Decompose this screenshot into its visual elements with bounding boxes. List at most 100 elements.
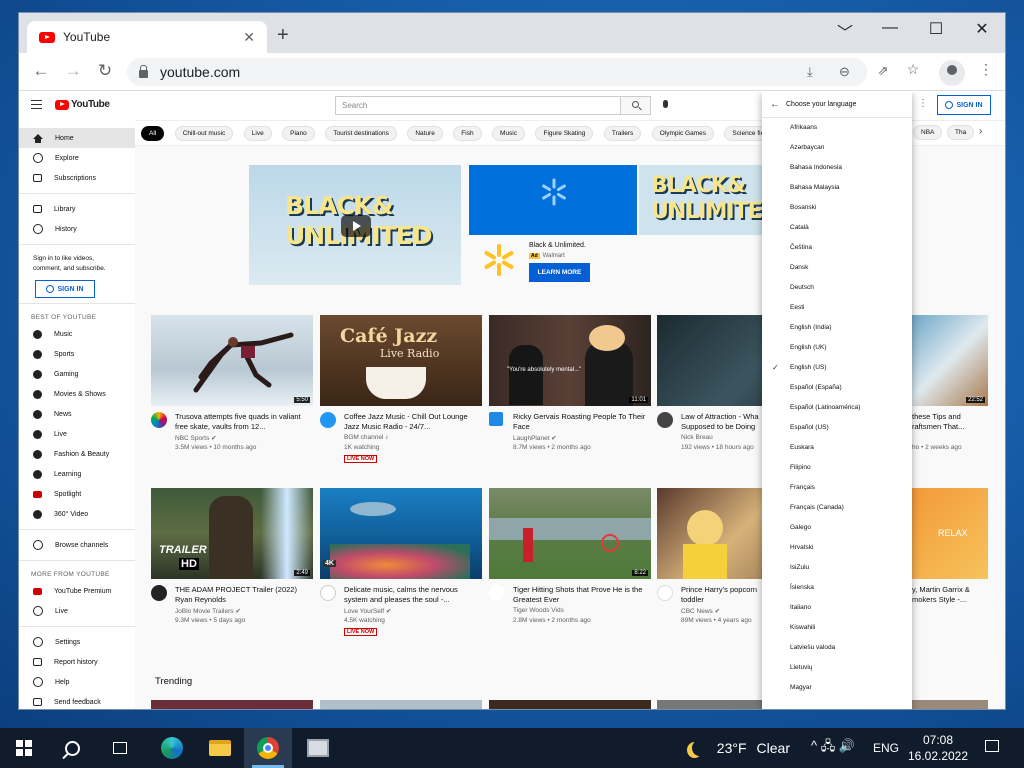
video-thumbnail[interactable]: 5:50: [151, 315, 313, 406]
sidebar-item-settings[interactable]: Settings: [19, 632, 135, 652]
video-thumbnail[interactable]: RELAX: [912, 488, 988, 579]
sidebar-item-gaming[interactable]: Gaming: [19, 364, 135, 384]
channel-avatar[interactable]: [151, 585, 167, 601]
language-menu-header[interactable]: ← Choose your language: [762, 92, 912, 118]
start-button[interactable]: [0, 728, 48, 768]
language-option[interactable]: Dansk: [762, 258, 912, 278]
bookmark-star-icon[interactable]: ☆: [901, 61, 925, 78]
chip[interactable]: Fish: [453, 126, 482, 141]
language-option[interactable]: Bahasa Indonesia: [762, 158, 912, 178]
video-card[interactable]: 8:22 Tiger Hitting Shots that Prove He i…: [489, 488, 651, 634]
url-text[interactable]: youtube.com: [160, 64, 240, 80]
channel-name[interactable]: NBC Sports ✔: [175, 434, 217, 442]
channel-avatar[interactable]: [657, 585, 673, 601]
address-bar[interactable]: youtube.com ⤓ ⊖: [127, 58, 867, 86]
channel-name[interactable]: Nick Breau: [681, 434, 713, 441]
trending-thumbnail[interactable]: [489, 700, 651, 709]
channel-name[interactable]: BGM channel ♪: [344, 434, 388, 441]
reload-button[interactable]: ↻: [93, 61, 117, 81]
chip[interactable]: Nature: [407, 126, 443, 141]
sidebar-item-music[interactable]: Music: [19, 324, 135, 344]
language-option[interactable]: Filipino: [762, 458, 912, 478]
video-card[interactable]: RELAX y, Martin Garrix & mokers Style -.…: [912, 488, 988, 634]
language-option[interactable]: Español (España): [762, 378, 912, 398]
task-view-button[interactable]: [96, 728, 144, 768]
chip[interactable]: Live: [243, 126, 272, 141]
video-thumbnail[interactable]: 8:22: [489, 488, 651, 579]
sidebar-item-youtube-premium[interactable]: YouTube Premium: [19, 581, 135, 601]
chip[interactable]: Olympic Games: [651, 126, 714, 141]
clock[interactable]: 07:08 16.02.2022: [906, 732, 970, 764]
language-option[interactable]: Italiano: [762, 598, 912, 618]
sidebar-item-live-broadcast[interactable]: Live: [19, 601, 135, 621]
trending-thumbnail[interactable]: [151, 700, 313, 709]
trending-thumbnail[interactable]: [320, 700, 482, 709]
channel-avatar[interactable]: [320, 412, 336, 428]
video-card[interactable]: TRAILER HD 2:49 THE ADAM PROJECT Trailer…: [151, 488, 313, 634]
chip[interactable]: Figure Skating: [535, 126, 594, 141]
chevron-right-icon[interactable]: ›: [979, 126, 982, 137]
video-thumbnail[interactable]: 22:52: [912, 315, 988, 406]
back-button[interactable]: ←: [29, 61, 53, 81]
install-icon[interactable]: ⤓: [807, 64, 813, 80]
share-icon[interactable]: ⇗: [871, 63, 895, 79]
sidebar-item-news[interactable]: News: [19, 404, 135, 424]
maximize-button[interactable]: ☐: [913, 19, 959, 39]
video-thumbnail[interactable]: Café Jazz Live Radio: [320, 315, 482, 406]
chip[interactable]: NBA: [913, 125, 943, 140]
channel-name[interactable]: Tiger Woods Vids: [513, 607, 564, 614]
video-title[interactable]: Ricky Gervais Roasting People To Their F…: [513, 412, 649, 432]
video-card[interactable]: Café Jazz Live Radio Coffee Jazz Music -…: [320, 315, 482, 463]
channel-avatar[interactable]: [489, 585, 505, 601]
sidebar-item-explore[interactable]: Explore: [19, 148, 135, 168]
zoom-icon[interactable]: ⊖: [839, 64, 850, 80]
video-thumbnail[interactable]: [657, 315, 762, 406]
weather-widget[interactable]: 23°F Clear: [686, 728, 790, 768]
language-option[interactable]: Čeština: [762, 238, 912, 258]
video-card[interactable]: 22:52 these Tips and raftsmen That... ho…: [912, 315, 988, 461]
input-language[interactable]: ENG: [870, 728, 902, 768]
search-input[interactable]: Search: [335, 96, 621, 115]
chip[interactable]: Piano: [282, 126, 315, 141]
video-title[interactable]: THE ADAM PROJECT Trailer (2022) Ryan Rey…: [175, 585, 311, 605]
trending-thumbnail[interactable]: [657, 700, 762, 709]
youtube-logo[interactable]: YouTube: [55, 99, 110, 110]
sidebar-item-learning[interactable]: Learning: [19, 464, 135, 484]
taskbar-chrome[interactable]: [244, 728, 292, 768]
language-option[interactable]: Bahasa Malaysia: [762, 178, 912, 198]
video-title[interactable]: y, Martin Garrix & mokers Style -...: [912, 585, 988, 605]
video-card[interactable]: "You're absolutely mental..." 11:01 Rick…: [489, 315, 651, 461]
language-option[interactable]: Euskara: [762, 438, 912, 458]
language-option[interactable]: English (India): [762, 318, 912, 338]
language-option[interactable]: English (UK): [762, 338, 912, 358]
system-tray[interactable]: ^ 🖧 🔊: [800, 728, 866, 768]
chip[interactable]: Chill-out music: [174, 126, 234, 141]
video-title[interactable]: these Tips and raftsmen That...: [912, 412, 988, 432]
taskbar-edge[interactable]: [148, 728, 196, 768]
language-option[interactable]: Magyar: [762, 678, 912, 698]
tab-search-icon[interactable]: ﹀: [822, 19, 868, 43]
taskbar-file-explorer[interactable]: [196, 728, 244, 768]
hamburger-menu-icon[interactable]: [31, 100, 42, 109]
video-title[interactable]: Prince Harry's popcorn toddler: [681, 585, 761, 605]
new-tab-button[interactable]: +: [277, 25, 289, 45]
sidebar-item-send-feedback[interactable]: Send feedback: [19, 692, 135, 709]
video-card[interactable]: 4K Delicate music, calms the nervous sys…: [320, 488, 482, 636]
video-title[interactable]: Law of Attraction - Wha Supposed to be D…: [681, 412, 761, 432]
chip[interactable]: Tourist destinations: [325, 126, 397, 141]
video-title[interactable]: Delicate music, calms the nervous system…: [344, 585, 480, 605]
chip[interactable]: Tha: [947, 125, 975, 140]
taskbar-photos[interactable]: [294, 728, 342, 768]
video-card[interactable]: 5:50 Trusova attempts five quads in vali…: [151, 315, 313, 461]
taskbar-search-button[interactable]: [48, 728, 96, 768]
language-option[interactable]: Azərbaycan: [762, 138, 912, 158]
chip[interactable]: Music: [492, 126, 526, 141]
language-option[interactable]: ✓ English (US): [762, 358, 912, 378]
channel-avatar[interactable]: [489, 412, 503, 426]
settings-dots-icon[interactable]: ⋮: [918, 98, 928, 109]
language-option[interactable]: Español (US): [762, 418, 912, 438]
forward-button[interactable]: →: [61, 61, 85, 81]
channel-name[interactable]: JoBlo Movie Trailers ✔: [175, 607, 241, 615]
tab-youtube[interactable]: YouTube ✕: [27, 21, 267, 53]
language-option[interactable]: Français: [762, 478, 912, 498]
